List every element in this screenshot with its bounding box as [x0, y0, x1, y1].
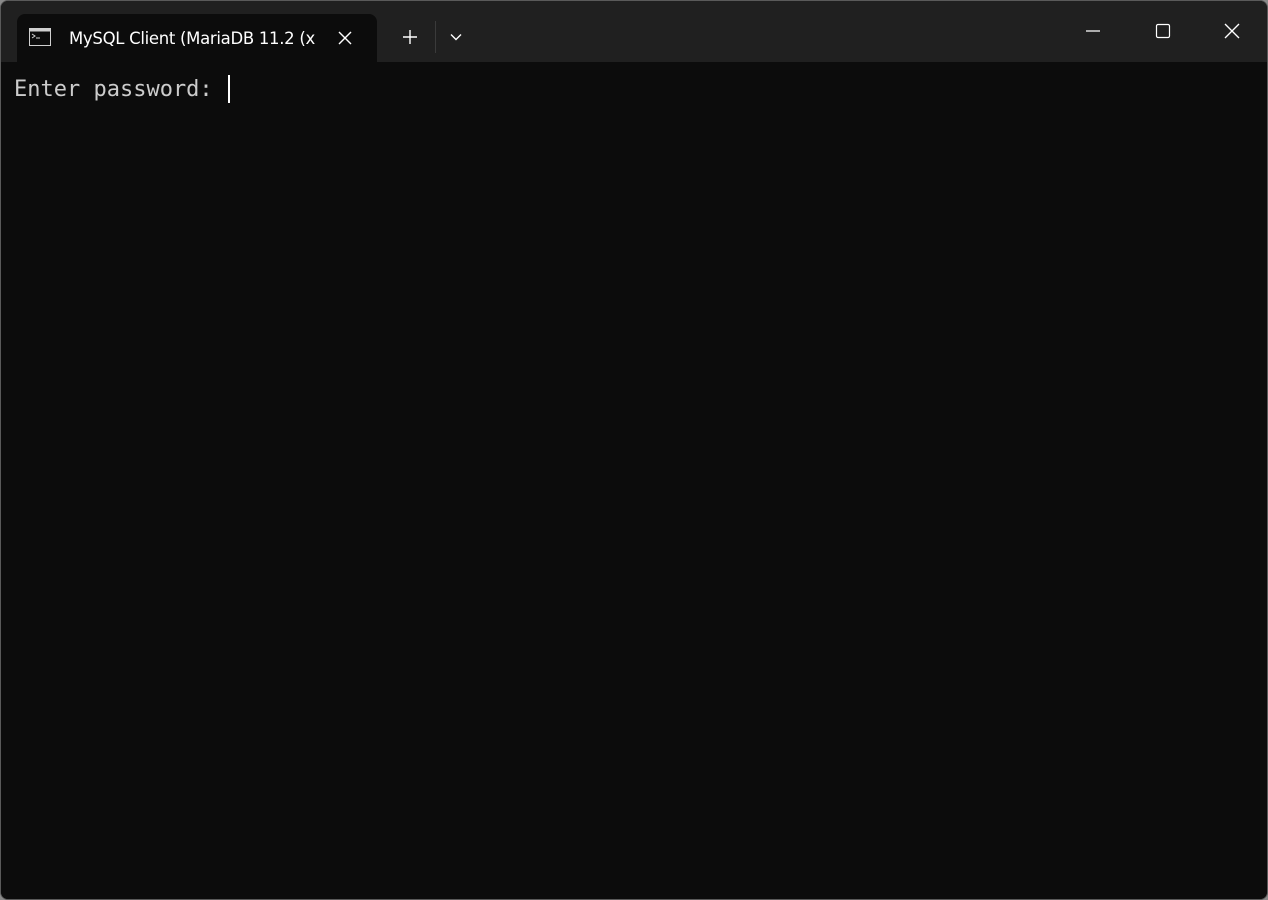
minimize-button[interactable] — [1059, 1, 1127, 62]
close-icon — [338, 31, 352, 45]
close-tab-button[interactable] — [333, 26, 357, 50]
new-tab-button[interactable] — [393, 21, 427, 53]
tab-title: MySQL Client (MariaDB 11.2 (x — [69, 29, 315, 48]
profile-dropdown-button[interactable] — [441, 21, 471, 53]
close-window-button[interactable] — [1198, 1, 1266, 62]
title-bar[interactable]: MySQL Client (MariaDB 11.2 (x — [1, 1, 1267, 62]
terminal-window: MySQL Client (MariaDB 11.2 (x Enter pass… — [0, 0, 1268, 900]
terminal-icon — [29, 28, 51, 46]
maximize-icon — [1155, 23, 1171, 38]
terminal-output[interactable]: Enter password: — [1, 62, 1267, 899]
chevron-down-icon — [450, 34, 462, 41]
tab-separator — [435, 21, 436, 53]
maximize-button[interactable] — [1129, 1, 1197, 62]
minimize-icon — [1086, 29, 1100, 32]
plus-icon — [403, 30, 417, 44]
close-icon — [1224, 23, 1240, 38]
password-prompt: Enter password: — [14, 76, 226, 102]
password-prompt-line[interactable]: Enter password: — [14, 75, 230, 103]
text-cursor — [227, 75, 230, 103]
tab-mysql-client[interactable]: MySQL Client (MariaDB 11.2 (x — [17, 14, 377, 62]
